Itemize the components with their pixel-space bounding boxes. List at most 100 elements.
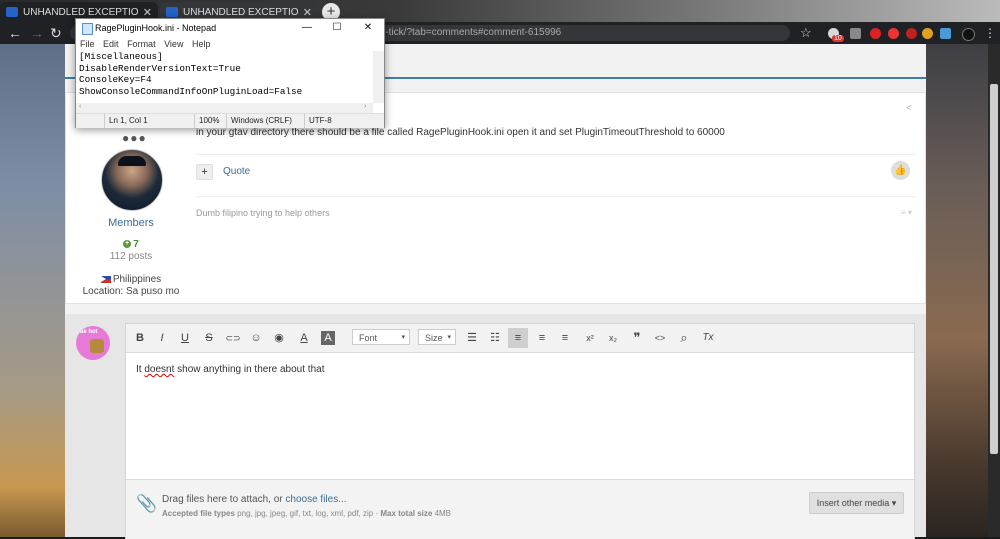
back-icon[interactable]: ← xyxy=(8,25,22,41)
underline-button[interactable]: U xyxy=(175,328,195,348)
menu-format[interactable]: Format xyxy=(127,39,156,49)
emoji-icon[interactable]: ☺ xyxy=(246,328,266,348)
menu-edit[interactable]: Edit xyxy=(103,39,119,49)
line-ending: Windows (CRLF) xyxy=(226,114,292,128)
profile-avatar[interactable] xyxy=(962,28,975,41)
menu-view[interactable]: View xyxy=(164,39,183,49)
tab-title: UNHANDLED EXCEPTION DURING xyxy=(183,6,299,18)
close-tab-icon[interactable]: ✕ xyxy=(303,6,312,19)
font-dropdown-label: Font xyxy=(359,333,378,343)
notepad-window[interactable]: RagePluginHook.ini - Notepad — ☐ ✕ File … xyxy=(75,18,385,128)
quote-icon[interactable]: ❞ xyxy=(627,328,647,348)
remove-format-icon[interactable]: Tx xyxy=(698,328,718,348)
subscript-button[interactable]: x₂ xyxy=(603,328,623,348)
editor-toolbar: B I U S ⊂⊃ ☺ ◉ A A Font ▾ Size ▾ ☰ ☷ ≡ ≡ ≡… xyxy=(126,324,914,353)
desktop-wallpaper-left xyxy=(0,40,65,537)
multiquote-button[interactable]: + xyxy=(196,164,213,180)
share-icon[interactable]: < xyxy=(906,103,912,114)
avatar-text: ae hot xyxy=(80,329,98,335)
text-color-button[interactable]: A xyxy=(294,328,314,348)
background-color-button[interactable]: A xyxy=(321,331,335,345)
notepad-title-bar[interactable]: RagePluginHook.ini - Notepad — ☐ ✕ xyxy=(76,19,384,37)
extension-icon[interactable] xyxy=(906,28,917,39)
bookmark-star-icon[interactable]: ☆ xyxy=(800,25,812,41)
scroll-left-icon[interactable]: ‹ xyxy=(79,103,81,110)
misspelled-word: doesnt xyxy=(144,364,175,375)
cursor-position: Ln 1, Col 1 xyxy=(104,114,148,128)
align-right-icon[interactable]: ≡ xyxy=(555,328,575,348)
chevron-down-icon: ▾ xyxy=(447,334,451,341)
link-icon[interactable]: ⊂⊃ xyxy=(223,328,243,348)
scrollbar-thumb[interactable] xyxy=(990,84,998,454)
attach-instructions: Drag files here to attach, or choose fil… xyxy=(162,494,347,505)
scroll-right-icon[interactable]: › xyxy=(364,103,366,110)
strikethrough-button[interactable]: S xyxy=(199,328,219,348)
notepad-icon xyxy=(82,23,93,35)
search-icon[interactable]: ⌕ xyxy=(674,328,694,348)
current-user-avatar: ae hot xyxy=(76,326,110,360)
extension-icon[interactable] xyxy=(870,28,881,39)
bulleted-list-icon[interactable]: ☰ xyxy=(462,328,482,348)
editor-content[interactable]: It doesnt show anything in there about t… xyxy=(136,364,324,375)
accepted-file-types: Accepted file types png, jpg, jpeg, gif,… xyxy=(162,509,452,518)
size-dropdown[interactable]: Size ▾ xyxy=(418,329,456,345)
spoiler-eye-icon[interactable]: ◉ xyxy=(269,328,289,348)
divider xyxy=(196,196,916,197)
page-scrollbar[interactable] xyxy=(988,44,1000,537)
site-favicon-icon xyxy=(6,7,18,17)
extension-icon[interactable] xyxy=(850,28,861,39)
menu-file[interactable]: File xyxy=(80,39,95,49)
reputation-value: 7 xyxy=(133,239,139,250)
minimize-button[interactable]: — xyxy=(292,19,322,37)
reputation-plus-icon: + xyxy=(123,240,132,249)
align-center-icon[interactable]: ≡ xyxy=(532,328,552,348)
notepad-horizontal-scrollbar[interactable]: ‹ › xyxy=(76,103,373,113)
attachment-area[interactable]: 📎 Drag files here to attach, or choose f… xyxy=(126,479,914,539)
maximize-button[interactable]: ☐ xyxy=(322,19,352,37)
italic-button[interactable]: I xyxy=(152,328,172,348)
reply-area: ae hot B I U S ⊂⊃ ☺ ◉ A A Font ▾ Size ▾ ☰ … xyxy=(65,314,926,539)
author-avatar[interactable] xyxy=(101,149,163,211)
tab-title: UNHANDLED EXCEPTION DURING xyxy=(23,6,139,18)
philippines-flag-icon xyxy=(100,275,111,283)
font-dropdown[interactable]: Font ▾ xyxy=(352,329,410,345)
extension-badge: 10 xyxy=(832,35,844,42)
like-icon[interactable]: 👍 xyxy=(891,161,910,180)
notepad-title: RagePluginHook.ini - Notepad xyxy=(95,23,217,33)
superscript-button[interactable]: x² xyxy=(580,328,600,348)
author-location: Location: Sa puso mo xyxy=(82,286,180,297)
author-post-count: 112 posts xyxy=(109,251,153,262)
author-country-label: Philippines xyxy=(112,274,162,285)
divider xyxy=(196,154,916,155)
reload-icon[interactable]: ↻ xyxy=(50,25,62,42)
paperclip-icon: 📎 xyxy=(136,494,158,513)
notepad-text-area[interactable]: [Miscellaneous] DisableRenderVersionText… xyxy=(76,51,373,103)
chevron-down-icon: ▾ xyxy=(401,334,405,341)
insert-other-media-button[interactable]: Insert other media ▾ xyxy=(809,492,904,514)
code-icon[interactable]: <> xyxy=(650,328,670,348)
site-favicon-icon xyxy=(166,7,178,17)
author-reputation: +7 xyxy=(66,239,196,250)
notepad-status-bar: Ln 1, Col 1 100% Windows (CRLF) UTF-8 xyxy=(76,113,384,128)
browser-menu-icon[interactable]: ⋮ xyxy=(984,26,996,40)
quote-link[interactable]: Quote xyxy=(223,166,250,177)
author-group: Members xyxy=(108,217,154,229)
bold-button[interactable]: B xyxy=(130,328,150,348)
extension-icon[interactable] xyxy=(940,28,951,39)
choose-files-link[interactable]: choose files... xyxy=(285,494,346,505)
extension-icon[interactable] xyxy=(888,28,899,39)
align-left-icon[interactable]: ≡ xyxy=(508,328,528,348)
forward-icon[interactable]: → xyxy=(30,25,44,41)
close-button[interactable]: ✕ xyxy=(353,19,383,37)
signature-options-icon[interactable]: ≡ ▾ xyxy=(901,208,912,217)
encoding: UTF-8 xyxy=(304,114,332,128)
notepad-vertical-scrollbar[interactable] xyxy=(373,51,384,103)
numbered-list-icon[interactable]: ☷ xyxy=(485,328,505,348)
reply-editor[interactable]: B I U S ⊂⊃ ☺ ◉ A A Font ▾ Size ▾ ☰ ☷ ≡ ≡ ≡… xyxy=(125,323,915,539)
notepad-menu-bar: File Edit Format View Help xyxy=(76,37,384,51)
post-content: in your gtav directory there should be a… xyxy=(196,127,725,138)
size-dropdown-label: Size xyxy=(425,333,443,343)
close-tab-icon[interactable]: ✕ xyxy=(143,6,152,19)
extension-icon[interactable] xyxy=(922,28,933,39)
menu-help[interactable]: Help xyxy=(192,39,211,49)
